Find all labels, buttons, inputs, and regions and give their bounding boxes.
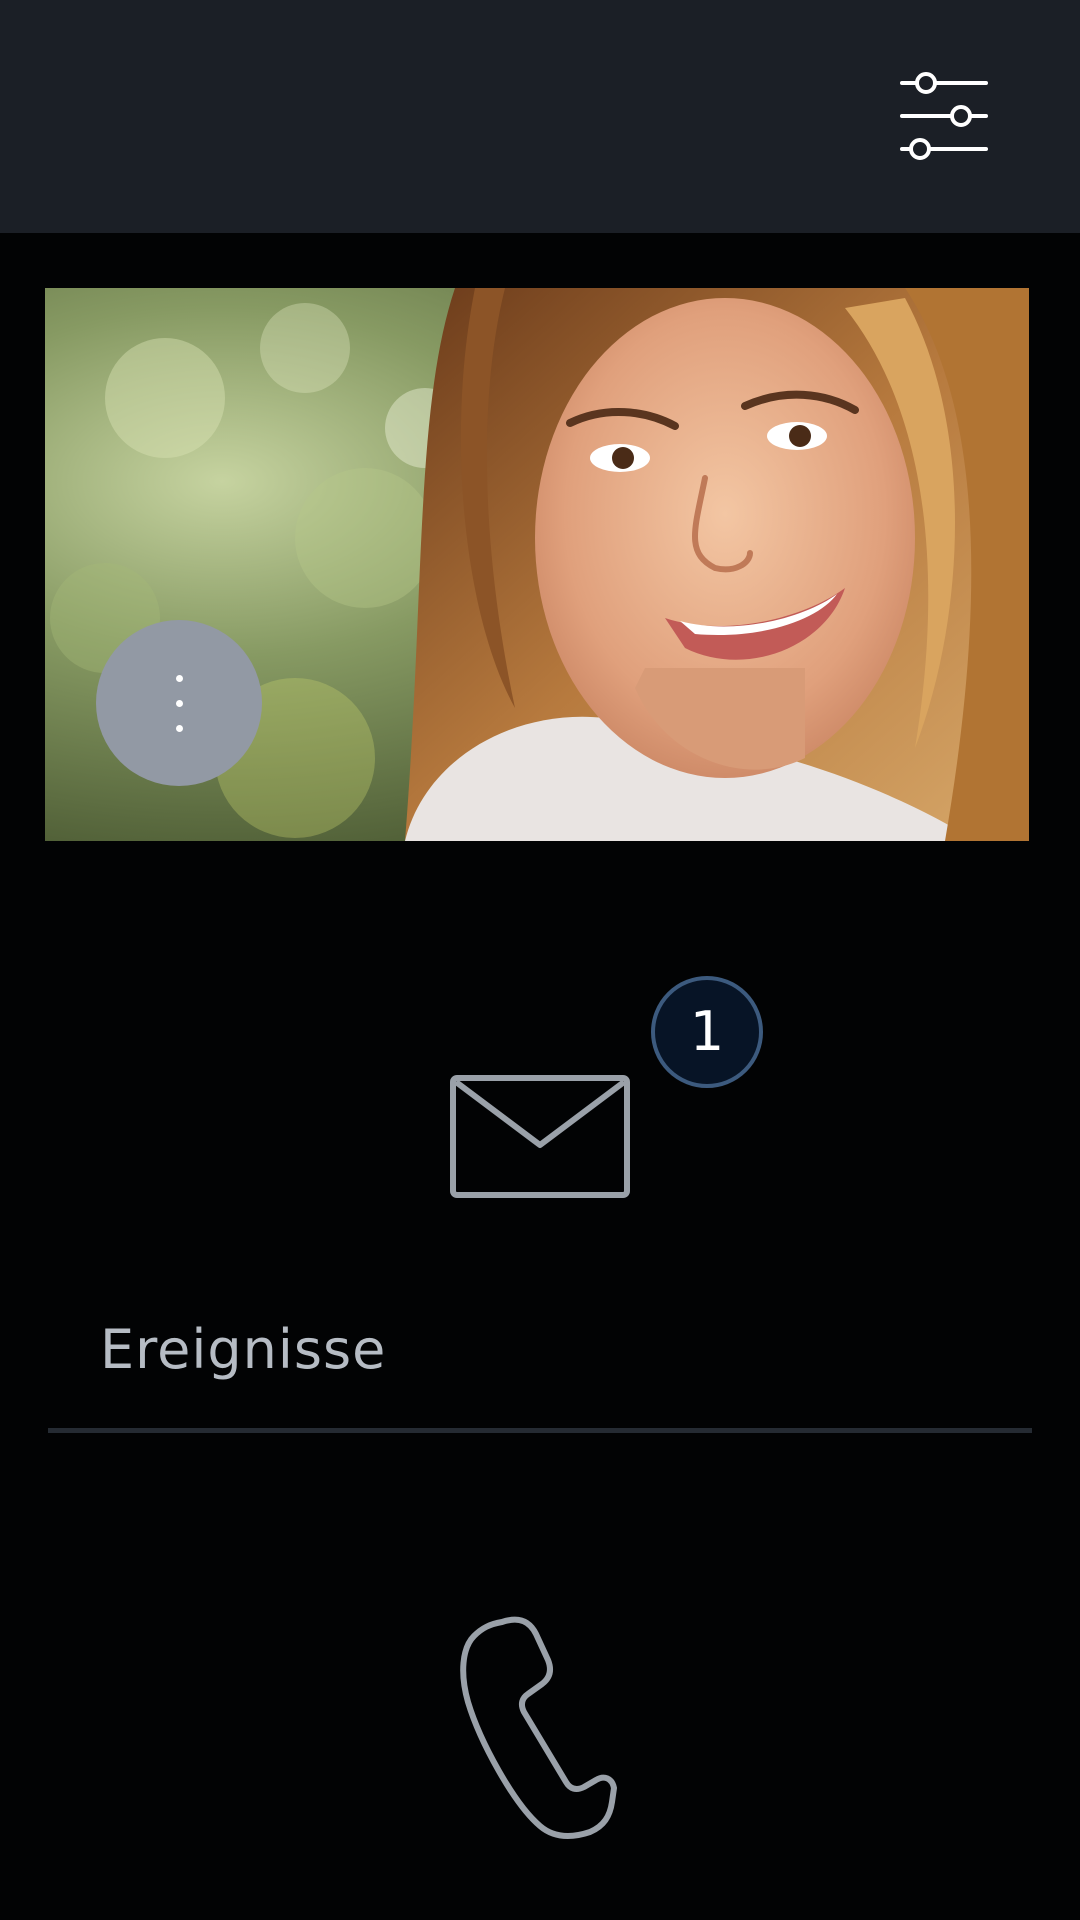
envelope-icon [450, 1075, 630, 1198]
app-screen: 1 Ereignisse [0, 0, 1080, 1920]
settings-button[interactable] [898, 70, 990, 162]
divider [48, 1428, 1032, 1433]
vertical-dots-icon-dot [176, 725, 183, 732]
vertical-dots-icon [176, 675, 183, 682]
events-count-badge: 1 [651, 976, 763, 1088]
events-label: Ereignisse [100, 1318, 387, 1381]
events-button[interactable] [450, 1075, 630, 1201]
phone-handset-icon [460, 1616, 617, 1839]
vertical-dots-icon-dot [176, 700, 183, 707]
call-button[interactable] [460, 1612, 620, 1842]
top-bar [0, 0, 1080, 233]
sliders-icon [900, 72, 988, 160]
video-options-button[interactable] [96, 620, 262, 786]
